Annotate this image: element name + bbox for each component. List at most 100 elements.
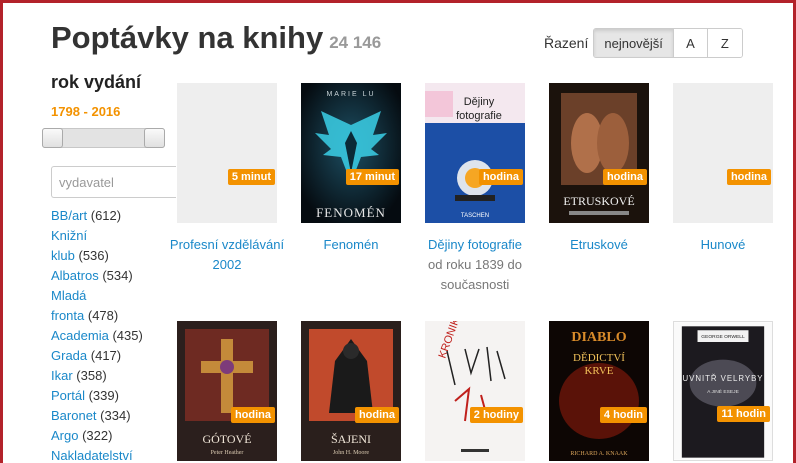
publisher-line: Albatros (534): [51, 266, 171, 286]
time-badge: hodina: [354, 407, 399, 423]
year-range-slider[interactable]: [42, 128, 165, 148]
book-subtitle: od roku 1839 do současnosti: [428, 257, 522, 292]
slider-max-handle[interactable]: [144, 128, 165, 148]
book-cover[interactable]: MARIE LU FENOMÉN 17 minut: [301, 83, 401, 223]
publisher-line: klub (536): [51, 246, 171, 266]
time-badge: 4 hodin: [599, 407, 647, 423]
cover-art: KRONIKA: [425, 321, 525, 461]
publisher-filter-item: Albatros (534): [51, 266, 171, 286]
year-range-value: 1798 - 2016: [51, 104, 121, 119]
cover-author: GEORGE ORWELL: [701, 334, 745, 340]
time-badge: hodina: [230, 407, 275, 423]
publisher-link[interactable]: fronta: [51, 308, 84, 323]
book-card[interactable]: GÓTOVÉ Peter Heather hodina: [177, 321, 277, 461]
cover-title-line1: DĚDICTVÍ: [573, 352, 625, 364]
publisher-link[interactable]: Portál: [51, 388, 85, 403]
cover-title: FENOMÉN: [316, 205, 386, 220]
cover-author: RICHARD A. KNAAK: [570, 451, 628, 457]
book-cover[interactable]: GÓTOVÉ Peter Heather hodina: [177, 321, 277, 461]
publisher-line: Mladá: [51, 286, 171, 306]
book-card[interactable]: MARIE LU FENOMÉN 17 minut Fenomén: [301, 83, 401, 255]
publisher-link[interactable]: Ikar: [51, 368, 73, 383]
publisher-line: Portál (339): [51, 386, 171, 406]
cover-subtitle: A JINÉ ESEJE: [707, 388, 740, 395]
time-badge: hodina: [602, 169, 647, 185]
book-cover-placeholder[interactable]: hodina: [673, 83, 773, 223]
cover-art: DIABLO DĚDICTVÍ KRVE RICHARD A. KNAAK: [549, 321, 649, 461]
cover-title: ŠAJENI: [331, 432, 371, 446]
publisher-line: Nakladatelství: [51, 446, 171, 463]
cover-author: MARIE LU: [326, 91, 375, 98]
cover-title-line2: KRVE: [584, 365, 613, 377]
publisher-link[interactable]: Nakladatelství: [51, 448, 133, 463]
publisher-line: Baronet (334): [51, 406, 171, 426]
book-cover[interactable]: KRONIKA 2 hodiny: [425, 321, 525, 461]
publisher-link[interactable]: Albatros: [51, 268, 99, 283]
publisher-link[interactable]: Grada: [51, 348, 87, 363]
cover-art: GÓTOVÉ Peter Heather: [177, 321, 277, 461]
book-cover[interactable]: Dějiny fotografie TASCHEN hodina: [425, 83, 525, 223]
book-cover[interactable]: ETRUSKOVÉ hodina: [549, 83, 649, 223]
publisher-count: (322): [82, 428, 113, 443]
book-card[interactable]: 5 minut Profesní vzdělávání 2002: [170, 83, 284, 275]
publisher-link[interactable]: BB/art: [51, 208, 87, 223]
cover-publisher: TASCHEN: [461, 213, 489, 219]
publisher-filter-item: Nakladatelství: [51, 446, 171, 463]
publisher-list: BB/art (612) Knižní klub (536) Albatros (53…: [51, 206, 171, 463]
book-card[interactable]: DIABLO DĚDICTVÍ KRVE RICHARD A. KNAAK 4 …: [549, 321, 649, 461]
publisher-count: (478): [87, 308, 119, 323]
book-title-link[interactable]: Etruskové: [537, 235, 661, 255]
publisher-count: (612): [90, 208, 122, 223]
page-title: Poptávky na knihy 24 146: [51, 20, 381, 56]
publisher-link[interactable]: Mladá: [51, 288, 86, 303]
book-title-link[interactable]: Profesní vzdělávání 2002: [165, 235, 289, 275]
book-cover[interactable]: DIABLO DĚDICTVÍ KRVE RICHARD A. KNAAK 4 …: [549, 321, 649, 461]
publisher-line: Academia (435): [51, 326, 171, 346]
publisher-search-input[interactable]: [51, 166, 176, 198]
publisher-filter-item: Grada (417): [51, 346, 171, 366]
cover-title-line2: fotografie: [456, 110, 502, 122]
cover-art: ETRUSKOVÉ: [549, 83, 649, 223]
sort-a-z-button[interactable]: A: [673, 29, 708, 57]
publisher-link[interactable]: Argo: [51, 428, 78, 443]
book-card[interactable]: ETRUSKOVÉ hodina Etruskové: [549, 83, 649, 255]
publisher-line: BB/art (612): [51, 206, 171, 226]
cover-author: John H. Moore: [333, 450, 370, 456]
publisher-count: (358): [76, 368, 107, 383]
time-badge: hodina: [478, 169, 523, 185]
cover-art: GEORGE ORWELL UVNITŘ VELRYBY A JINÉ ESEJ…: [674, 322, 772, 460]
publisher-link[interactable]: Baronet: [51, 408, 97, 423]
sort-z-a-button[interactable]: Z: [707, 29, 742, 57]
publisher-link[interactable]: Academia: [51, 328, 109, 343]
publisher-line: Knižní: [51, 226, 171, 246]
time-badge: hodina: [726, 169, 771, 185]
book-cover-placeholder[interactable]: 5 minut: [177, 83, 277, 223]
cover-title: ETRUSKOVÉ: [563, 194, 634, 208]
book-card[interactable]: KRONIKA 2 hodiny: [425, 321, 525, 461]
book-card[interactable]: hodina Hunové: [673, 83, 773, 255]
book-card[interactable]: ŠAJENI John H. Moore hodina: [301, 321, 401, 461]
publisher-filter-item: Argo (322): [51, 426, 171, 446]
sort-newest-button[interactable]: nejnovější: [594, 29, 674, 57]
publisher-filter-item: Portál (339): [51, 386, 171, 406]
sort-button-group: nejnovější A Z: [593, 28, 743, 58]
publisher-filter-item: Baronet (334): [51, 406, 171, 426]
publisher-link[interactable]: klub: [51, 248, 75, 263]
book-title-link[interactable]: Fenomén: [289, 235, 413, 255]
book-card[interactable]: GEORGE ORWELL UVNITŘ VELRYBY A JINÉ ESEJ…: [673, 321, 773, 461]
publisher-count: (417): [90, 348, 122, 363]
cover-title: GÓTOVÉ: [202, 432, 251, 446]
cover-author: Peter Heather: [211, 450, 244, 456]
book-cover[interactable]: GEORGE ORWELL UVNITŘ VELRYBY A JINÉ ESEJ…: [673, 321, 773, 461]
book-cover[interactable]: ŠAJENI John H. Moore hodina: [301, 321, 401, 461]
slider-min-handle[interactable]: [42, 128, 63, 148]
publisher-link[interactable]: Knižní: [51, 228, 87, 243]
book-card[interactable]: Dějiny fotografie TASCHEN hodina Dějiny …: [425, 83, 525, 295]
book-title-link[interactable]: Hunové: [661, 235, 785, 255]
publisher-count: (435): [112, 328, 143, 343]
page-title-text: Poptávky na knihy: [51, 20, 324, 55]
cover-logo: DIABLO: [571, 330, 626, 345]
book-title-link[interactable]: Dějiny fotografie: [413, 235, 537, 255]
publisher-filter-item: Academia (435): [51, 326, 171, 346]
time-badge: 5 minut: [227, 169, 275, 185]
